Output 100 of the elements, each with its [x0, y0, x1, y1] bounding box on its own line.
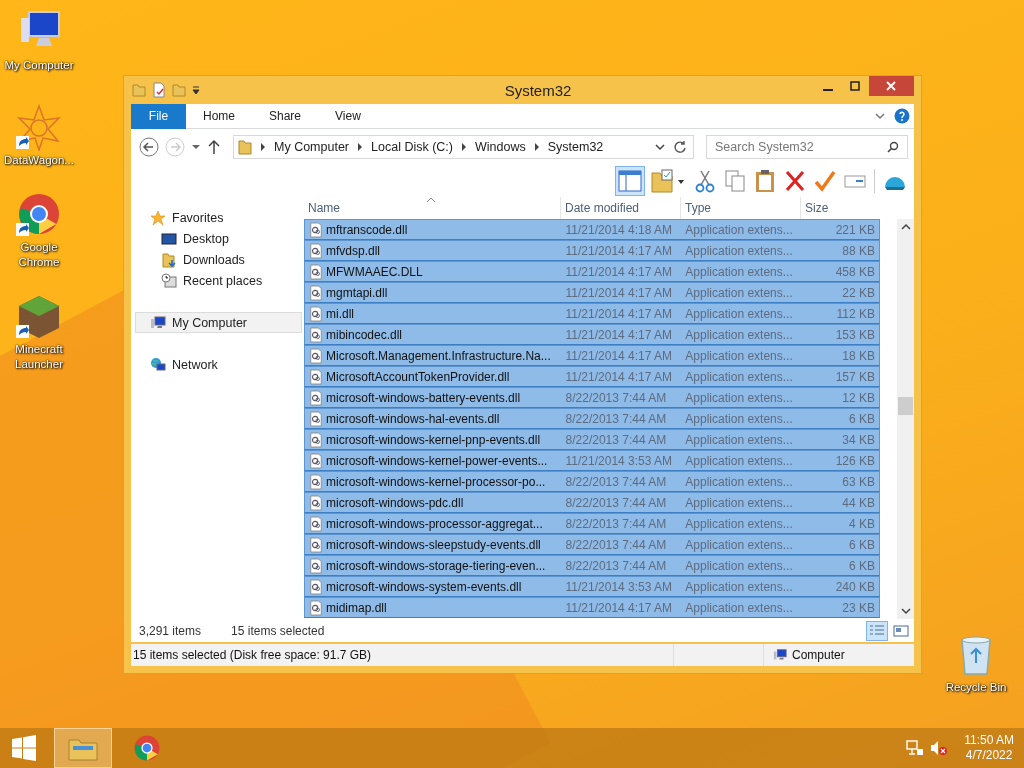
file-row[interactable]: mibincodec.dll 11/21/2014 4:17 AM Application extens... 153 KB: [304, 324, 880, 345]
file-type: Application extens...: [684, 495, 794, 510]
file-type: Application extens...: [684, 264, 794, 279]
navigation-item[interactable]: Network: [135, 354, 302, 375]
muted-speaker-icon[interactable]: [930, 740, 949, 756]
column-header[interactable]: Size: [801, 197, 879, 219]
file-type: Application extens...: [684, 516, 794, 531]
dll-file-icon: [309, 557, 323, 574]
address-bar[interactable]: My Computer Local Disk (C:) Windows System32: [233, 135, 694, 159]
file-type: Application extens...: [684, 222, 794, 237]
file-row[interactable]: microsoft-windows-storage-tiering-even... 8/22/2013 7:44 AM Application extens... 6 KB: [304, 555, 880, 576]
breadcrumb[interactable]: System32: [547, 140, 604, 154]
file-size: 23 KB: [841, 600, 876, 615]
vertical-scrollbar[interactable]: [897, 219, 914, 619]
file-row[interactable]: microsoft-windows-system-events.dll 11/21/2014 3:53 AM Application extens... 240 KB: [304, 576, 880, 597]
breadcrumb[interactable]: Windows: [475, 140, 526, 154]
file-name: MFWMAAEC.DLL: [326, 264, 424, 279]
dll-file-icon: [309, 578, 323, 595]
scroll-thumb[interactable]: [898, 397, 913, 415]
file-row[interactable]: midimap.dll 11/21/2014 4:17 AM Application extens... 23 KB: [304, 597, 880, 618]
file-name: midimap.dll: [326, 600, 388, 615]
navigation-item[interactable]: Favorites: [135, 207, 302, 228]
dll-file-icon: [309, 536, 323, 553]
file-name: mi.dll: [326, 306, 355, 321]
scroll-up-icon[interactable]: [900, 223, 911, 231]
date-modified: 11/21/2014 4:17 AM: [564, 264, 674, 279]
close-button[interactable]: [869, 76, 914, 96]
recent-locations-caret-icon[interactable]: [191, 142, 201, 152]
navigation-item[interactable]: Desktop: [135, 228, 302, 249]
file-row[interactable]: mgmtapi.dll 11/21/2014 4:17 AM Application extens... 22 KB: [304, 282, 880, 303]
file-row[interactable]: mi.dll 11/21/2014 4:17 AM Application extens... 112 KB: [304, 303, 880, 324]
navigation-item[interactable]: Downloads: [135, 249, 302, 270]
copy-icon: [724, 169, 746, 193]
cross-icon: [784, 169, 806, 193]
file-type: Application extens...: [684, 453, 794, 468]
file-size: 44 KB: [841, 495, 876, 510]
clock-window-icon: [161, 272, 177, 289]
ribbon-tab[interactable]: Share: [252, 103, 319, 129]
up-arrow-icon[interactable]: [207, 139, 221, 155]
file-row[interactable]: microsoft-windows-hal-events.dll 8/22/2013 7:44 AM Application extens... 6 KB: [304, 408, 880, 429]
help-icon[interactable]: [894, 108, 910, 124]
breadcrumb[interactable]: Local Disk (C:): [371, 140, 453, 154]
refresh-icon[interactable]: [673, 140, 687, 154]
file-type: Application extens...: [684, 432, 794, 447]
file-name: microsoft-windows-kernel-power-events...: [326, 453, 549, 468]
navigation-item[interactable]: My Computer: [135, 312, 302, 333]
ribbon-tab[interactable]: Home: [186, 103, 252, 129]
breadcrumb-arrow-icon[interactable]: [532, 143, 541, 151]
computer-icon: [772, 648, 788, 662]
file-row[interactable]: microsoft-windows-sleepstudy-events.dll 8/22/2013 7:44 AM Application extens... 6 KB: [304, 534, 880, 555]
file-row[interactable]: Microsoft.Management.Infrastructure.Na... 11/21/2014 4:17 AM Application extens... 18 KB: [304, 345, 880, 366]
file-size: 6 KB: [848, 411, 876, 426]
file-row[interactable]: microsoft-windows-kernel-power-events... 11/21/2014 3:53 AM Application extens... 126 KB: [304, 450, 880, 471]
file-row[interactable]: microsoft-windows-battery-events.dll 8/22/2013 7:44 AM Application extens... 12 KB: [304, 387, 880, 408]
breadcrumb[interactable]: My Computer: [274, 140, 350, 154]
file-row[interactable]: MFWMAAEC.DLL 11/21/2014 4:17 AM Application extens... 458 KB: [304, 261, 880, 282]
file-size: 63 KB: [841, 474, 876, 489]
file-size: 112 KB: [835, 306, 876, 321]
navigation-item[interactable]: Recent places: [135, 270, 302, 291]
date-modified: 8/22/2013 7:44 AM: [564, 432, 668, 447]
file-type: Application extens...: [684, 600, 794, 615]
network-icon[interactable]: [906, 740, 925, 756]
details-view-button[interactable]: [866, 620, 888, 641]
file-name: microsoft-windows-processor-aggregat...: [326, 516, 544, 531]
chevron-down-icon[interactable]: [654, 141, 666, 153]
file-type: Application extens...: [684, 306, 794, 321]
scroll-down-icon[interactable]: [900, 607, 911, 615]
date-modified: 11/21/2014 3:53 AM: [564, 579, 674, 594]
breadcrumb-arrow-icon[interactable]: [259, 143, 267, 151]
file-name: microsoft-windows-storage-tiering-even...: [326, 558, 547, 573]
date-modified: 8/22/2013 7:44 AM: [564, 390, 668, 405]
search-icon[interactable]: [887, 141, 899, 153]
file-explorer-taskbar-button[interactable]: [54, 728, 112, 768]
chevron-down-icon[interactable]: [874, 110, 886, 122]
file-row[interactable]: mftranscode.dll 11/21/2014 4:18 AM Application extens... 221 KB: [304, 219, 880, 240]
file-size: 6 KB: [848, 537, 876, 552]
file-row[interactable]: MicrosoftAccountTokenProvider.dll 11/21/2014 4:17 AM Application extens... 157 KB: [304, 366, 880, 387]
document-check-icon[interactable]: [151, 82, 167, 98]
file-row[interactable]: microsoft-windows-processor-aggregat... 8/22/2013 7:44 AM Application extens... 4 KB: [304, 513, 880, 534]
breadcrumb-arrow-icon[interactable]: [356, 143, 365, 151]
breadcrumb-arrow-icon[interactable]: [460, 143, 468, 151]
preview-pane-button[interactable]: [615, 166, 645, 196]
star-emblem-icon[interactable]: [15, 103, 63, 151]
search-field[interactable]: Search System32: [706, 135, 908, 159]
file-row[interactable]: mfvdsp.dll 11/21/2014 4:17 AM Application extens... 88 KB: [304, 240, 880, 261]
computer-icon: [150, 314, 166, 331]
back-icon[interactable]: [139, 137, 159, 157]
checkmark-icon: [814, 169, 836, 193]
date-modified: 11/21/2014 3:53 AM: [564, 453, 674, 468]
file-row[interactable]: microsoft-windows-kernel-pnp-events.dll 8/22/2013 7:44 AM Application extens... 34 KB: [304, 429, 880, 450]
file-type: Application extens...: [684, 369, 794, 384]
file-size: 126 KB: [834, 453, 876, 468]
clipboard-icon: [754, 169, 776, 193]
file-size: 458 KB: [834, 264, 876, 279]
ribbon-tab[interactable]: View: [318, 103, 378, 129]
status-message: 15 items selected (Disk free space: 91.7 GB): [133, 648, 373, 662]
file-type: Application extens...: [684, 537, 794, 552]
file-row[interactable]: microsoft-windows-kernel-processor-po... 8/22/2013 7:44 AM Application extens... 63 KB: [304, 471, 880, 492]
star-icon: [150, 209, 166, 226]
file-row[interactable]: microsoft-windows-pdc.dll 8/22/2013 7:44 AM Application extens... 44 KB: [304, 492, 880, 513]
